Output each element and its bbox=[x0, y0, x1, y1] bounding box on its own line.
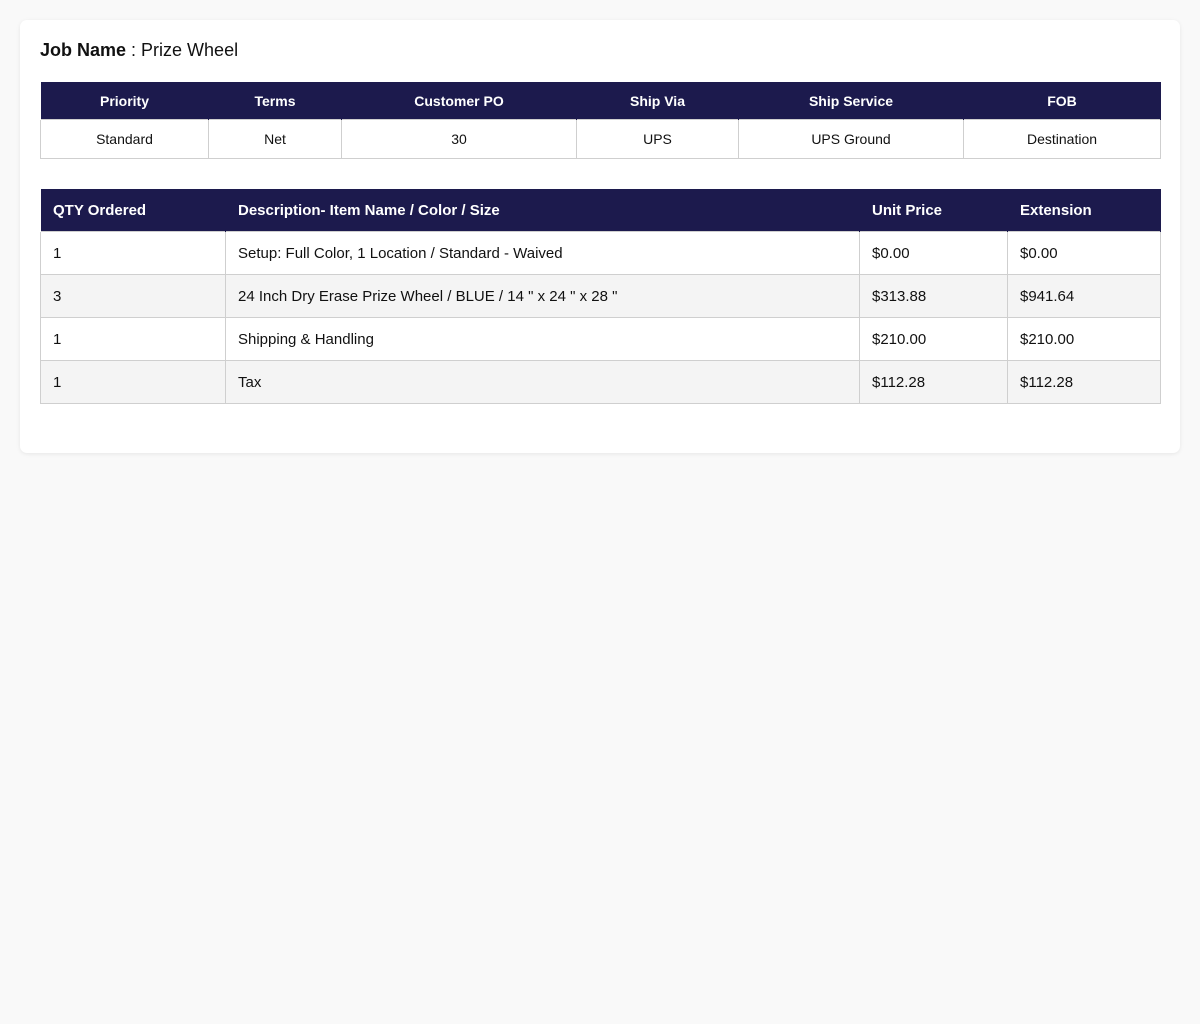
meta-header-terms: Terms bbox=[208, 82, 342, 120]
job-name-separator: : bbox=[126, 40, 142, 60]
item-unit-price: $313.88 bbox=[859, 274, 1008, 318]
item-unit-price: $0.00 bbox=[859, 231, 1008, 275]
item-extension: $0.00 bbox=[1007, 231, 1161, 275]
order-meta-table: Priority Terms Customer PO Ship Via Ship… bbox=[40, 82, 1161, 159]
item-qty: 1 bbox=[40, 360, 226, 404]
item-description: Setup: Full Color, 1 Location / Standard… bbox=[225, 231, 860, 275]
meta-value-terms: Net bbox=[208, 119, 342, 159]
item-extension: $941.64 bbox=[1007, 274, 1161, 318]
table-row: 1 Tax $112.28 $112.28 bbox=[40, 360, 1161, 404]
items-header-row: QTY Ordered Description- Item Name / Col… bbox=[40, 189, 1161, 232]
item-qty: 1 bbox=[40, 317, 226, 361]
item-unit-price: $112.28 bbox=[859, 360, 1008, 404]
item-qty: 1 bbox=[40, 231, 226, 275]
items-header-unit-price: Unit Price bbox=[859, 189, 1008, 232]
meta-header-ship-service: Ship Service bbox=[738, 82, 964, 120]
meta-value-customer-po: 30 bbox=[341, 119, 577, 159]
job-name-label: Job Name bbox=[40, 40, 127, 60]
order-card: Job Name : Prize Wheel Priority Terms Cu… bbox=[20, 20, 1180, 453]
meta-header-priority: Priority bbox=[40, 82, 209, 120]
meta-header-fob: FOB bbox=[963, 82, 1161, 120]
item-unit-price: $210.00 bbox=[859, 317, 1008, 361]
item-extension: $112.28 bbox=[1007, 360, 1161, 404]
items-header-qty: QTY Ordered bbox=[40, 189, 226, 232]
table-row: 3 24 Inch Dry Erase Prize Wheel / BLUE /… bbox=[40, 274, 1161, 318]
meta-value-ship-via: UPS bbox=[576, 119, 739, 159]
meta-header-ship-via: Ship Via bbox=[576, 82, 739, 120]
meta-value-priority: Standard bbox=[40, 119, 209, 159]
meta-header-row: Priority Terms Customer PO Ship Via Ship… bbox=[40, 82, 1161, 120]
job-name-value: Prize Wheel bbox=[141, 40, 239, 60]
items-header-extension: Extension bbox=[1007, 189, 1161, 232]
meta-header-customer-po: Customer PO bbox=[341, 82, 577, 120]
item-qty: 3 bbox=[40, 274, 226, 318]
meta-value-row: Standard Net 30 UPS UPS Ground Destinati… bbox=[40, 119, 1161, 159]
line-items-table: QTY Ordered Description- Item Name / Col… bbox=[40, 189, 1161, 404]
meta-value-fob: Destination bbox=[963, 119, 1161, 159]
table-row: 1 Setup: Full Color, 1 Location / Standa… bbox=[40, 231, 1161, 275]
item-description: Shipping & Handling bbox=[225, 317, 860, 361]
meta-value-ship-service: UPS Ground bbox=[738, 119, 964, 159]
item-description: 24 Inch Dry Erase Prize Wheel / BLUE / 1… bbox=[225, 274, 860, 318]
item-extension: $210.00 bbox=[1007, 317, 1161, 361]
table-row: 1 Shipping & Handling $210.00 $210.00 bbox=[40, 317, 1161, 361]
item-description: Tax bbox=[225, 360, 860, 404]
job-name-line: Job Name : Prize Wheel bbox=[40, 39, 1160, 61]
items-header-description: Description- Item Name / Color / Size bbox=[225, 189, 860, 232]
